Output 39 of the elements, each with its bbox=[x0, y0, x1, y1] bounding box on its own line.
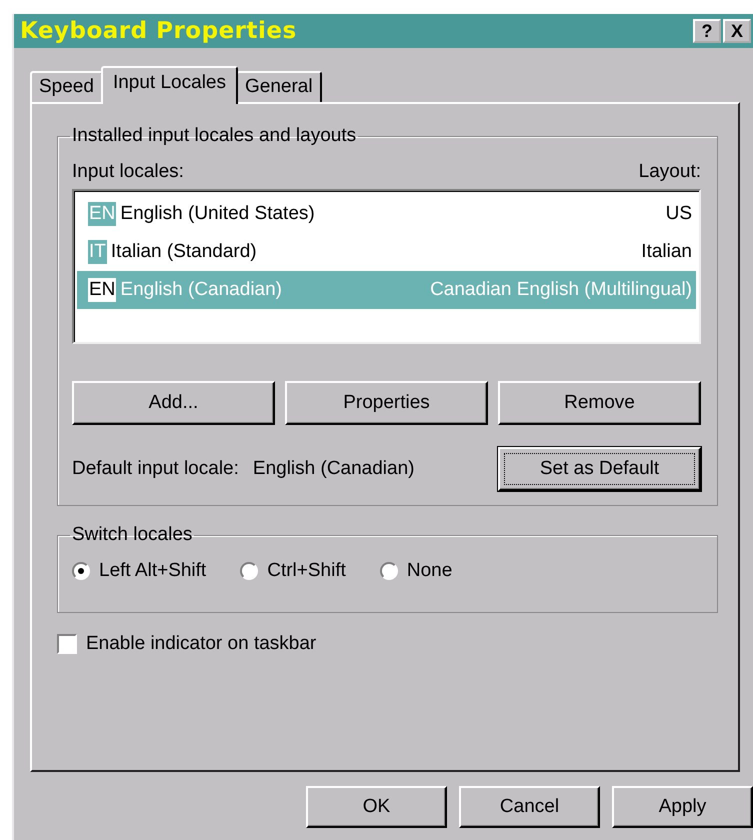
action-button[interactable]: Add... bbox=[72, 381, 275, 425]
group-title: Switch locales bbox=[71, 524, 194, 546]
column-header: Input locales: bbox=[72, 161, 184, 183]
layout-name: US bbox=[666, 203, 692, 225]
locale-name: English (United States) bbox=[120, 203, 315, 225]
list-item[interactable]: EN English (Canadian) Canadian English (Multilingual) bbox=[77, 271, 696, 309]
checkbox-label: Enable indicator on taskbar bbox=[86, 633, 316, 655]
set-default-button[interactable]: Set as Default bbox=[498, 447, 701, 491]
locale-name: Italian (Standard) bbox=[110, 241, 257, 263]
radio-label: None bbox=[406, 560, 452, 582]
checkbox[interactable] bbox=[57, 634, 77, 654]
action-button[interactable]: Properties bbox=[285, 381, 488, 425]
locale-name: English (Canadian) bbox=[120, 279, 282, 301]
locale-code: IT bbox=[88, 240, 107, 264]
close-button[interactable]: X bbox=[723, 19, 751, 43]
radio-label: Ctrl+Shift bbox=[267, 560, 346, 582]
default-value: English (Canadian) bbox=[252, 458, 414, 480]
radio-button[interactable] bbox=[72, 562, 90, 580]
radio-button[interactable] bbox=[380, 562, 398, 580]
column-header: Layout: bbox=[638, 161, 701, 183]
locale-code: EN bbox=[88, 278, 116, 302]
action-button[interactable]: Remove bbox=[498, 381, 701, 425]
dialog-button[interactable]: Cancel bbox=[459, 786, 600, 828]
locale-code: EN bbox=[88, 202, 116, 226]
radio-button[interactable] bbox=[240, 562, 258, 580]
dialog-button[interactable]: OK bbox=[306, 786, 447, 828]
radio-label: Left Alt+Shift bbox=[99, 560, 206, 582]
group-title: Installed input locales and layouts bbox=[71, 125, 358, 147]
layout-name: Italian bbox=[641, 241, 692, 263]
layout-name: Canadian English (Multilingual) bbox=[430, 279, 692, 301]
tab[interactable]: Input Locales bbox=[100, 66, 238, 104]
dialog-button[interactable]: Apply bbox=[612, 786, 753, 828]
default-label: Default input locale: bbox=[72, 458, 239, 480]
tab[interactable]: General bbox=[236, 71, 322, 102]
window-title: Keyboard Properties bbox=[20, 18, 297, 44]
list-item[interactable]: IT Italian (Standard) Italian bbox=[77, 233, 696, 271]
tab[interactable]: Speed bbox=[30, 71, 103, 102]
help-button[interactable]: ? bbox=[693, 19, 721, 43]
list-item[interactable]: EN English (United States) US bbox=[77, 195, 696, 233]
